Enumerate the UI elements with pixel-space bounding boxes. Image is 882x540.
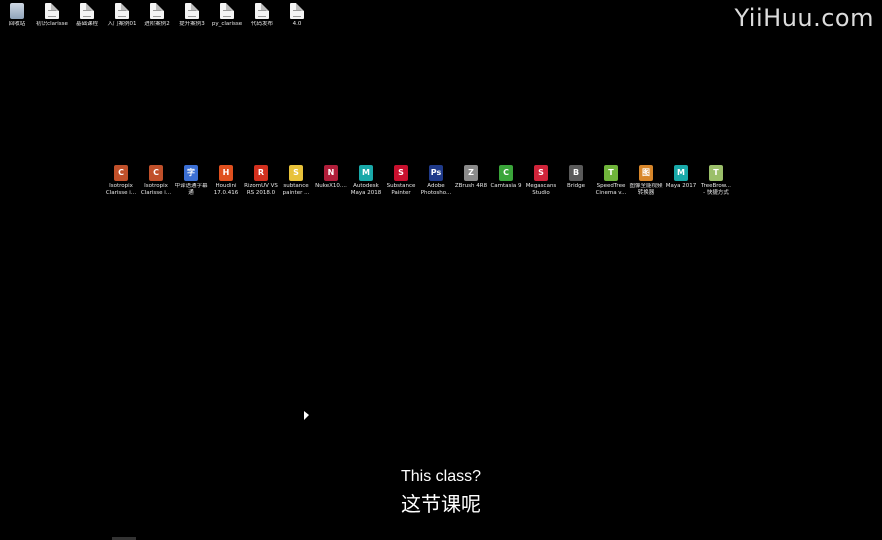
document-icon <box>255 3 269 19</box>
pinyin-tool-icon: 图 <box>639 165 653 181</box>
watermark: YiiHuu.com <box>734 4 874 32</box>
desktop-app-autodesk-maya-2018[interactable]: M Autodesk Maya 2018 <box>349 165 383 197</box>
desktop-app-substance-painter-shortcut[interactable]: Ssubtance painter ... <box>279 165 313 197</box>
desktop-app-pinyin-tool[interactable]: 图图像全能视频 转换器 <box>629 165 663 197</box>
mouse-cursor-icon <box>304 411 309 420</box>
zbrush-icon: Z <box>464 165 478 181</box>
desktop-app-label: Maya 2017 <box>665 183 697 189</box>
desktop-app-camtasia[interactable]: C Camtasia 9 <box>489 165 523 190</box>
desktop-icon-label: 4.0 <box>292 21 302 27</box>
substance-painter-shortcut-icon: S <box>289 165 303 181</box>
desktop-app-label: Autodesk Maya 2018 <box>350 183 382 196</box>
desktop-app-label: Substance Painter <box>386 183 416 196</box>
desktop-app-label: Bridge <box>567 183 585 189</box>
document-icon <box>115 3 129 19</box>
desktop-icon-label: py_clarisse <box>211 21 243 27</box>
autodesk-maya-2018-icon: M <box>359 165 373 181</box>
desktop-icon-clarisse-basics[interactable]: 初识clarisse <box>35 3 69 28</box>
document-icon <box>290 3 304 19</box>
bridge-icon: B <box>569 165 583 181</box>
desktop-icon-basic-course[interactable]: 基础课程 <box>70 3 104 28</box>
desktop-app-label: SpeedTree Cinema v... <box>595 183 627 196</box>
desktop-app-zbrush[interactable]: Z ZBrush 4R8 <box>454 165 488 190</box>
subtitle-english: This class? <box>400 468 482 485</box>
isotropix-clarisse-2-icon: C <box>149 165 163 181</box>
maya-2017-icon: M <box>674 165 688 181</box>
speedtree-cinema-icon: T <box>604 165 618 181</box>
desktop-app-isotropix-clarisse-1[interactable]: C Isotropix Clarisse i... <box>104 165 138 197</box>
desktop-app-label: Megascans Studio <box>525 183 557 196</box>
desktop-app-label: Isotropix Clarisse i... <box>140 183 172 196</box>
desktop-icon-advanced-case-02[interactable]: 进阶案例2 <box>140 3 174 28</box>
desktop-app-label: subtance painter ... <box>282 183 310 196</box>
desktop-icon-version-4-0[interactable]: 4.0 <box>280 3 314 28</box>
document-icon <box>150 3 164 19</box>
document-icon <box>80 3 94 19</box>
treebrowser-icon: T <box>709 165 723 181</box>
nukex-icon: N <box>324 165 338 181</box>
desktop-icon-label: 基础课程 <box>75 21 98 27</box>
desktop-app-label: RizomUV VS RS 2018.0 <box>244 183 278 196</box>
desktop-app-maya-2017[interactable]: M Maya 2017 <box>664 165 698 190</box>
camtasia-icon: C <box>499 165 513 181</box>
desktop-app-bridge[interactable]: B Bridge <box>559 165 593 190</box>
desktop-app-megascans-studio[interactable]: S Megascans Studio <box>524 165 558 197</box>
desktop-icon-label: 提升案例3 <box>179 21 205 27</box>
desktop-app-nukex[interactable]: N NukeX10.... <box>314 165 348 190</box>
recycle-bin-icon <box>10 3 24 19</box>
desktop-app-rizomuv[interactable]: R RizomUV VS RS 2018.0 <box>244 165 278 197</box>
desktop-app-label: Isotropix Clarisse i... <box>105 183 137 196</box>
desktop-icon-improve-case-03[interactable]: 提升案例3 <box>175 3 209 28</box>
chinese-subtitle-icon: 字 <box>184 165 198 181</box>
desktop-app-label: 中译语通字幕 通 <box>174 183 208 196</box>
desktop-icon-label: 入门案例01 <box>107 21 137 27</box>
desktop-app-substance-painter[interactable]: S Substance Painter <box>384 165 418 197</box>
document-icon <box>220 3 234 19</box>
desktop-app-label: ZBrush 4R8 <box>454 183 488 189</box>
desktop-app-label: Camtasia 9 <box>490 183 522 189</box>
desktop-app-adobe-photoshop[interactable]: Ps Adobe Photosho... <box>419 165 453 197</box>
desktop: 回收站 初识clarisse 基础课程 入门案例01 进阶案例2 提升案例3 py_clar… <box>0 0 882 540</box>
desktop-app-chinese-subtitle[interactable]: 字中译语通字幕 通 <box>174 165 208 197</box>
desktop-app-houdini[interactable]: H Houdini 17.0.416 <box>209 165 243 197</box>
desktop-app-speedtree-cinema[interactable]: T SpeedTree Cinema v... <box>594 165 628 197</box>
desktop-app-label: NukeX10.... <box>315 183 347 189</box>
rizomuv-icon: R <box>254 165 268 181</box>
desktop-app-isotropix-clarisse-2[interactable]: C Isotropix Clarisse i... <box>139 165 173 197</box>
substance-painter-icon: S <box>394 165 408 181</box>
desktop-app-treebrowser[interactable]: T TreeBrow... - 快捷方式 <box>699 165 733 197</box>
document-icon <box>45 3 59 19</box>
adobe-photoshop-icon: Ps <box>429 165 443 181</box>
desktop-icon-intro-case-01[interactable]: 入门案例01 <box>105 3 139 28</box>
desktop-app-label: 图像全能视频 转换器 <box>629 183 663 196</box>
megascans-studio-icon: S <box>534 165 548 181</box>
isotropix-clarisse-1-icon: C <box>114 165 128 181</box>
desktop-icon-label: 代码发布 <box>250 21 273 27</box>
desktop-app-label: Adobe Photosho... <box>420 183 452 196</box>
desktop-icon-label: 回收站 <box>8 21 26 27</box>
desktop-icon-label: 进阶案例2 <box>144 21 170 27</box>
desktop-icon-recycle-bin[interactable]: 回收站 <box>0 3 34 28</box>
desktop-icon-label: 初识clarisse <box>36 21 68 27</box>
subtitle-chinese: 这节课呢 <box>401 492 481 516</box>
desktop-app-label: TreeBrow... - 快捷方式 <box>701 183 731 196</box>
document-icon <box>185 3 199 19</box>
desktop-icon-py-clarisse[interactable]: py_clarisse <box>210 3 244 28</box>
desktop-icon-code-publish[interactable]: 代码发布 <box>245 3 279 28</box>
desktop-app-label: Houdini 17.0.416 <box>213 183 239 196</box>
houdini-icon: H <box>219 165 233 181</box>
